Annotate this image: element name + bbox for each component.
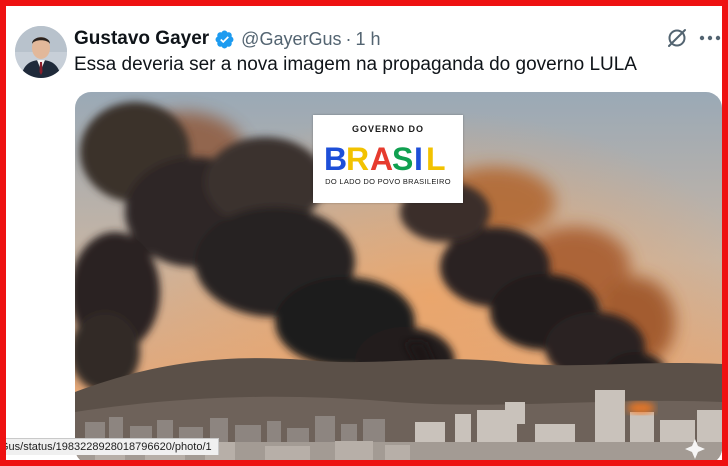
- logo-wordmark: B R A S I L: [324, 141, 446, 173]
- svg-text:R: R: [346, 141, 369, 173]
- tweet-media[interactable]: GOVERNO DO B R A S I L DO LADO DO POVO B…: [75, 92, 722, 460]
- svg-text:L: L: [426, 141, 446, 173]
- svg-text:A: A: [370, 141, 393, 173]
- header-separator: ·: [345, 28, 352, 49]
- avatar-image: [15, 26, 67, 78]
- grok-icon[interactable]: [665, 26, 689, 50]
- avatar[interactable]: [15, 26, 67, 78]
- svg-text:S: S: [392, 141, 413, 173]
- verified-badge-icon[interactable]: [214, 29, 235, 50]
- author-handle[interactable]: @GayerGus: [241, 29, 341, 50]
- svg-text:I: I: [414, 141, 423, 173]
- author-name[interactable]: Gustavo Gayer: [74, 28, 209, 50]
- tweet-timestamp[interactable]: 1 h: [355, 29, 380, 50]
- status-bar-url: Gus/status/1983228928018796620/photo/1: [0, 438, 219, 455]
- svg-text:B: B: [324, 141, 347, 173]
- tweet-text: Essa deveria ser a nova imagem na propag…: [74, 54, 637, 75]
- more-options-icon[interactable]: [698, 28, 722, 48]
- tweet-header: Gustavo Gayer @GayerGus · 1 h: [74, 27, 381, 51]
- governo-logo: GOVERNO DO B R A S I L DO LADO DO POVO B…: [313, 115, 463, 203]
- logo-bottom-text: DO LADO DO POVO BRASILEIRO: [325, 177, 451, 186]
- tweet-card[interactable]: Gustavo Gayer @GayerGus · 1 h Essa dever…: [6, 6, 722, 460]
- logo-top-text: GOVERNO DO: [351, 124, 424, 134]
